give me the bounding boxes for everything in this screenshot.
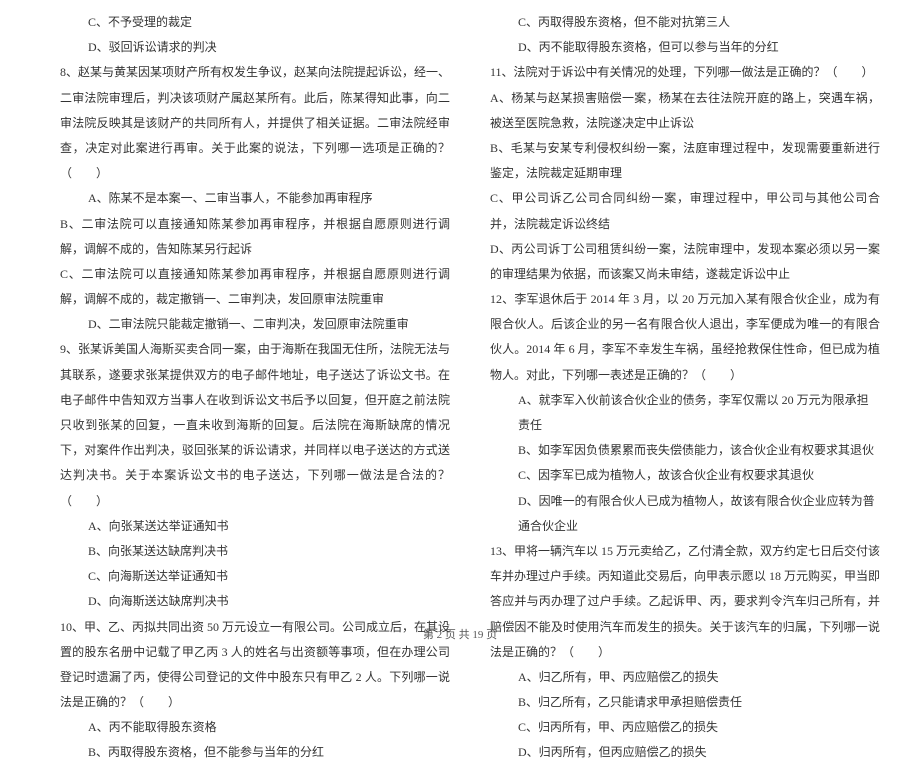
q11-stem: 11、法院对于诉讼中有关情况的处理，下列哪一做法是正确的？（ ） <box>490 60 880 85</box>
q13-option-d: D、归丙所有，但丙应赔偿乙的损失 <box>490 740 880 765</box>
page-content: C、不予受理的裁定 D、驳回诉讼请求的判决 8、赵某与黄某因某项财产所有权发生争… <box>0 0 920 766</box>
page-footer: 第 2 页 共 19 页 <box>0 626 920 642</box>
q9-option-d: D、向海斯送达缺席判决书 <box>60 589 450 614</box>
q12-option-d: D、因唯一的有限合伙人已成为植物人，故该有限合伙企业应转为普通合伙企业 <box>490 489 880 539</box>
q12-option-c: C、因李军已成为植物人，故该合伙企业有权要求其退伙 <box>490 463 880 488</box>
q10-option-a: A、丙不能取得股东资格 <box>60 715 450 740</box>
q12-stem: 12、李军退休后于 2014 年 3 月，以 20 万元加入某有限合伙企业，成为… <box>490 287 880 388</box>
q8-option-c: C、二审法院可以直接通知陈某参加再审程序，并根据自愿原则进行调解，调解不成的，裁… <box>60 262 450 312</box>
right-column: C、丙取得股东资格，但不能对抗第三人 D、丙不能取得股东资格，但可以参与当年的分… <box>490 10 880 766</box>
q8-stem: 8、赵某与黄某因某项财产所有权发生争议，赵某向法院提起诉讼，经一、二审法院审理后… <box>60 60 450 186</box>
q11-option-b: B、毛某与安某专利侵权纠纷一案，法庭审理过程中，发现需要重新进行鉴定，法院裁定延… <box>490 136 880 186</box>
q9-stem: 9、张某诉美国人海斯买卖合同一案，由于海斯在我国无住所，法院无法与其联系，遂要求… <box>60 337 450 513</box>
q11-option-d: D、丙公司诉丁公司租赁纠纷一案，法院审理中，发现本案必须以另一案的审理结果为依据… <box>490 237 880 287</box>
q11-option-a: A、杨某与赵某损害赔偿一案，杨某在去往法院开庭的路上，突遇车祸，被送至医院急救，… <box>490 86 880 136</box>
q8-option-a: A、陈某不是本案一、二审当事人，不能参加再审程序 <box>60 186 450 211</box>
q7-option-d: D、驳回诉讼请求的判决 <box>60 35 450 60</box>
left-column: C、不予受理的裁定 D、驳回诉讼请求的判决 8、赵某与黄某因某项财产所有权发生争… <box>60 10 450 766</box>
q13-option-b: B、归乙所有，乙只能请求甲承担赔偿责任 <box>490 690 880 715</box>
q12-option-a: A、就李军入伙前该合伙企业的债务，李军仅需以 20 万元为限承担责任 <box>490 388 880 438</box>
q8-option-b: B、二审法院可以直接通知陈某参加再审程序，并根据自愿原则进行调解，调解不成的，告… <box>60 212 450 262</box>
q10-option-c: C、丙取得股东资格，但不能对抗第三人 <box>490 10 880 35</box>
q12-option-b: B、如李军因负债累累而丧失偿债能力，该合伙企业有权要求其退伙 <box>490 438 880 463</box>
q9-option-c: C、向海斯送达举证通知书 <box>60 564 450 589</box>
q11-option-c: C、甲公司诉乙公司合同纠纷一案，审理过程中，甲公司与其他公司合并，法院裁定诉讼终… <box>490 186 880 236</box>
q7-option-c: C、不予受理的裁定 <box>60 10 450 35</box>
q13-option-a: A、归乙所有，甲、丙应赔偿乙的损失 <box>490 665 880 690</box>
q13-stem: 13、甲将一辆汽车以 15 万元卖给乙，乙付清全款，双方约定七日后交付该车并办理… <box>490 539 880 665</box>
q9-option-b: B、向张某送达缺席判决书 <box>60 539 450 564</box>
q13-option-c: C、归丙所有，甲、丙应赔偿乙的损失 <box>490 715 880 740</box>
q9-option-a: A、向张某送达举证通知书 <box>60 514 450 539</box>
q8-option-d: D、二审法院只能裁定撤销一、二审判决，发回原审法院重审 <box>60 312 450 337</box>
q10-option-d: D、丙不能取得股东资格，但可以参与当年的分红 <box>490 35 880 60</box>
q10-option-b: B、丙取得股东资格，但不能参与当年的分红 <box>60 740 450 765</box>
